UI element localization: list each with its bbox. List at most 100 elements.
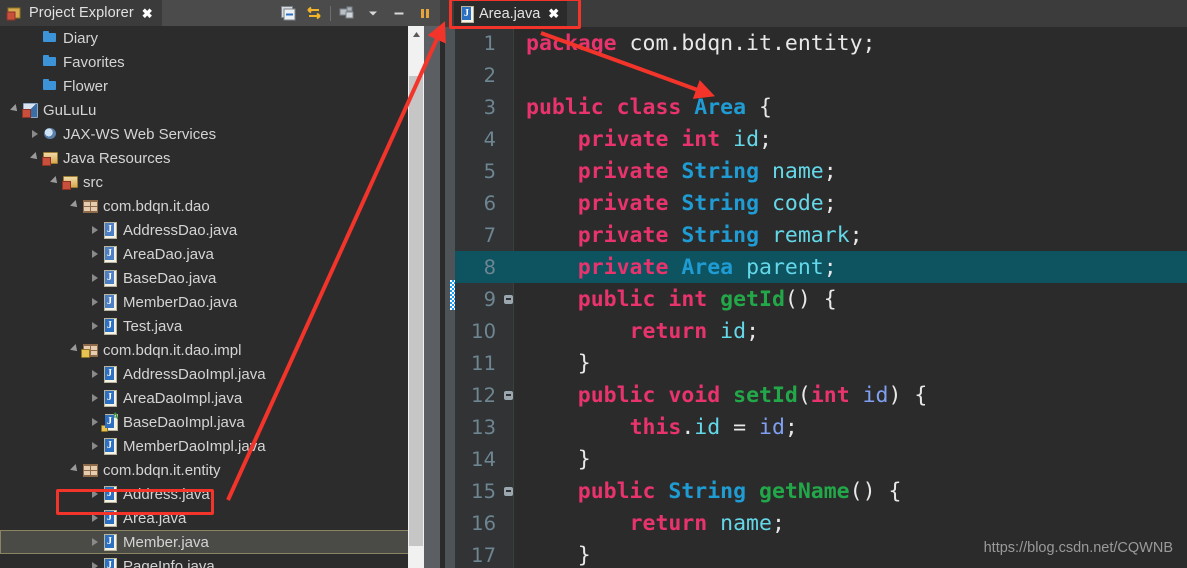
project-tree[interactable]: Diary Favorites Flower GuLuLu JAX-WS Web Ser… <box>0 26 424 568</box>
code-line[interactable]: 9 public int getId() { <box>455 283 1187 315</box>
project-explorer-tab[interactable]: Project Explorer ✖ <box>0 0 162 26</box>
tree-item-java-resources[interactable]: Java Resources <box>0 146 424 170</box>
chevron-right-icon[interactable] <box>88 266 101 290</box>
tree-item-jax-ws-web-services[interactable]: JAX-WS Web Services <box>0 122 424 146</box>
screen: Project Explorer ✖ Diary Favorites Flowe… <box>0 0 1187 568</box>
code-line[interactable]: 4 private int id; <box>455 123 1187 155</box>
line-number: 13 <box>471 415 496 439</box>
chevron-down-icon[interactable] <box>68 194 81 218</box>
code-line[interactable]: 5 private String name; <box>455 155 1187 187</box>
code-token: private int <box>577 126 734 152</box>
lock-badge-icon <box>101 425 108 432</box>
code-line[interactable]: 16 return name; <box>455 507 1187 539</box>
jfile-icon <box>101 314 120 338</box>
line-number: 3 <box>483 95 496 119</box>
no-expander <box>28 50 41 74</box>
chevron-down-icon[interactable] <box>68 458 81 482</box>
tree-item-com-bdqn-it-entity[interactable]: com.bdqn.it.entity <box>0 458 424 482</box>
tree-item-areadao-java[interactable]: AreaDao.java <box>0 242 424 266</box>
tree-item-label: MemberDao.java <box>123 293 238 311</box>
code-line[interactable]: 11 } <box>455 347 1187 379</box>
chevron-down-icon[interactable] <box>28 146 41 170</box>
code-line[interactable]: 14 } <box>455 443 1187 475</box>
chevron-right-icon[interactable] <box>88 362 101 386</box>
line-number: 9 <box>483 287 496 311</box>
tree-item-addressdao-java[interactable]: AddressDao.java <box>0 218 424 242</box>
chevron-right-icon[interactable] <box>88 434 101 458</box>
tree-item-pageinfo-java[interactable]: PageInfo.java <box>0 554 424 568</box>
minimize-icon[interactable] <box>386 2 412 24</box>
chevron-right-icon[interactable] <box>88 386 101 410</box>
jfile-icon <box>101 434 120 458</box>
tree-item-gululu[interactable]: GuLuLu <box>0 98 424 122</box>
scrollbar-thumb[interactable] <box>409 76 423 546</box>
chevron-right-icon[interactable] <box>88 290 101 314</box>
tree-item-member-java[interactable]: Member.java <box>0 530 424 554</box>
tree-item-label: BaseDaoImpl.java <box>123 413 245 431</box>
code-token: ; <box>823 254 837 280</box>
tree-item-addressdaoimpl-java[interactable]: AddressDaoImpl.java <box>0 362 424 386</box>
code-token: getId <box>720 286 785 312</box>
chevron-down-icon[interactable] <box>360 2 386 24</box>
tree-item-label: Test.java <box>123 317 183 335</box>
tree-vertical-scrollbar[interactable] <box>408 26 424 568</box>
jfile-icon <box>101 386 120 410</box>
abstract-badge-icon: A <box>112 411 119 421</box>
view-menu-icon[interactable] <box>334 2 360 24</box>
chevron-right-icon[interactable] <box>88 530 101 554</box>
code-line[interactable]: 2 <box>455 59 1187 91</box>
tree-item-diary[interactable]: Diary <box>0 26 424 50</box>
collapse-all-icon[interactable] <box>275 2 301 24</box>
tree-item-label: AddressDaoImpl.java <box>123 365 266 383</box>
code-line[interactable]: 15 public String getName() { <box>455 475 1187 507</box>
tree-item-label: Flower <box>63 77 109 95</box>
chevron-right-icon[interactable] <box>88 554 101 568</box>
code-token: ; <box>759 126 772 152</box>
code-line[interactable]: 13 this.id = id; <box>455 411 1187 443</box>
code-text: private String remark; <box>514 223 863 248</box>
code-content[interactable]: 1 package com.bdqn.it.entity; 2 3 public cla… <box>455 27 1187 568</box>
tree-item-com-bdqn-it-dao[interactable]: com.bdqn.it.dao <box>0 194 424 218</box>
maximize-icon[interactable] <box>412 2 438 24</box>
line-number: 14 <box>471 447 496 471</box>
code-text: public void setId(int id) { <box>514 382 928 408</box>
project-explorer-toolbar <box>275 0 438 26</box>
tree-item-memberdao-java[interactable]: MemberDao.java <box>0 290 424 314</box>
code-line[interactable]: 6 private String code; <box>455 187 1187 219</box>
jproj-icon <box>21 98 40 122</box>
code-line[interactable]: 1 package com.bdqn.it.entity; <box>455 27 1187 59</box>
code-token: com.bdqn.it.entity; <box>616 30 876 56</box>
link-with-editor-icon[interactable] <box>301 2 327 24</box>
code-line[interactable]: 3 public class Area { <box>455 91 1187 123</box>
code-line[interactable]: 8 private Area parent; <box>455 251 1187 283</box>
code-token: public void <box>577 382 734 408</box>
tree-item-favorites[interactable]: Favorites <box>0 50 424 74</box>
tree-item-areadaoimpl-java[interactable]: AreaDaoImpl.java <box>0 386 424 410</box>
chevron-right-icon[interactable] <box>88 410 101 434</box>
chevron-down-icon[interactable] <box>8 98 21 122</box>
tree-item-src[interactable]: src <box>0 170 424 194</box>
code-line[interactable]: 12 public void setId(int id) { <box>455 379 1187 411</box>
chevron-down-icon[interactable] <box>48 170 61 194</box>
chevron-right-icon[interactable] <box>88 314 101 338</box>
code-line[interactable]: 7 private String remark; <box>455 219 1187 251</box>
tree-item-memberdaoimpl-java[interactable]: MemberDaoImpl.java <box>0 434 424 458</box>
chevron-down-icon[interactable] <box>68 338 81 362</box>
tree-item-test-java[interactable]: Test.java <box>0 314 424 338</box>
chevron-right-icon[interactable] <box>88 242 101 266</box>
code-token: public class <box>526 94 695 120</box>
chevron-right-icon[interactable] <box>88 218 101 242</box>
code-token: Area <box>694 94 747 120</box>
code-line[interactable]: 10 return id; <box>455 315 1187 347</box>
close-icon[interactable]: ✖ <box>142 7 153 20</box>
scroll-up-icon[interactable] <box>408 26 424 43</box>
folder-icon <box>41 74 60 98</box>
tree-item-basedaoimpl-java[interactable]: A BaseDaoImpl.java <box>0 410 424 434</box>
chevron-right-icon[interactable] <box>28 122 41 146</box>
tree-item-com-bdqn-it-dao-impl[interactable]: com.bdqn.it.dao.impl <box>0 338 424 362</box>
code-text: private int id; <box>514 127 772 152</box>
tree-item-flower[interactable]: Flower <box>0 74 424 98</box>
tree-item-basedao-java[interactable]: BaseDao.java <box>0 266 424 290</box>
